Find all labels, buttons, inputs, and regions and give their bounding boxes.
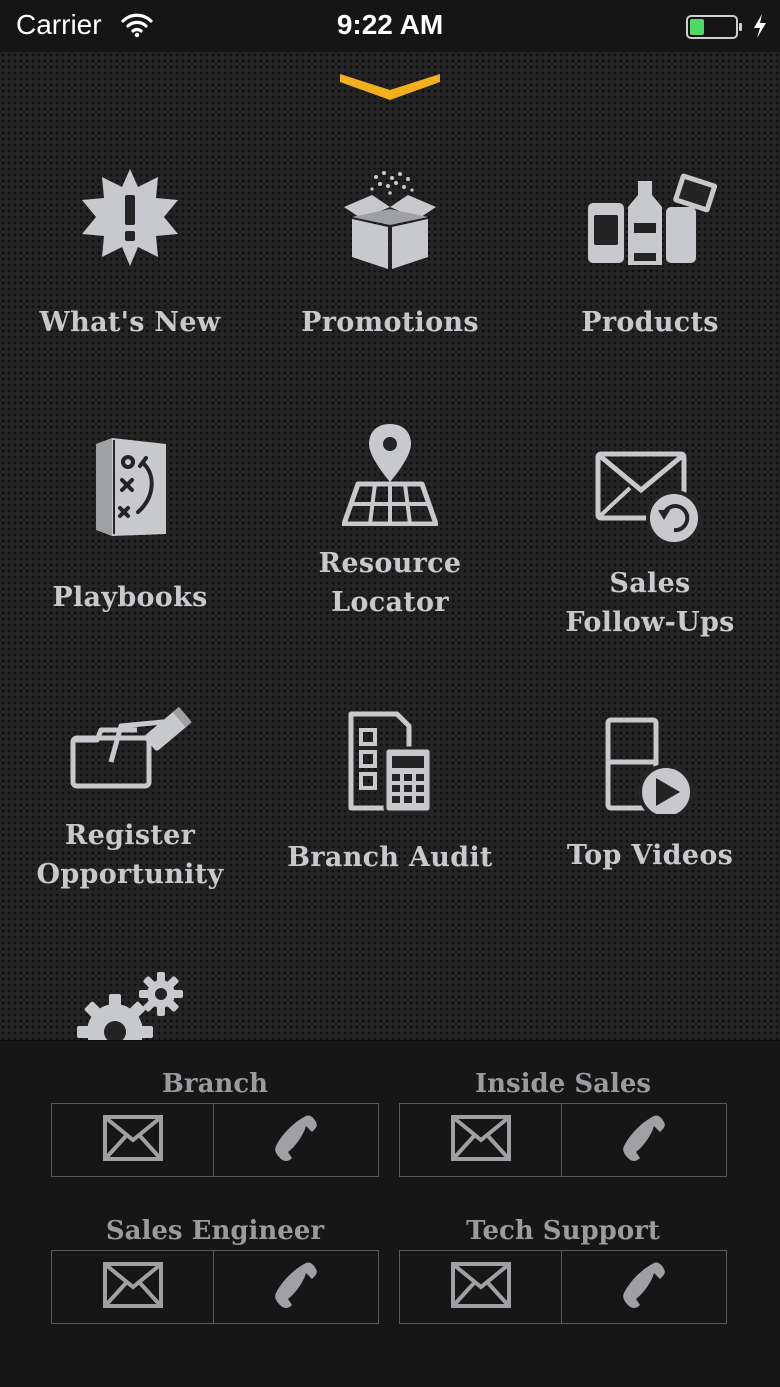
tile-register-opportunity[interactable]: Register Opportunity [0, 700, 260, 894]
chevron-down-icon[interactable] [338, 70, 442, 108]
branch-phone-button[interactable] [214, 1103, 379, 1177]
tile-label-top-videos: Top Videos [566, 840, 734, 871]
app-screen: Carrier 9:22 AM What's New Promotions Pr… [0, 0, 780, 1387]
tile-label-whats-new: What's New [39, 307, 221, 338]
inside-sales-phone-button[interactable] [562, 1103, 727, 1177]
tile-whats-new[interactable]: What's New [0, 167, 260, 342]
contact-group-sales-engineer: Sales Engineer [51, 1212, 379, 1324]
main-menu-panel: What's New Promotions Products Playbooks… [0, 52, 780, 1040]
products-icon [520, 167, 780, 277]
tile-label-promotions: Promotions [301, 307, 479, 338]
contact-title-sales-engineer: Sales Engineer [105, 1216, 325, 1246]
phone-icon [618, 1112, 670, 1168]
settings-gears-icon [0, 970, 260, 1040]
contact-title-tech-support: Tech Support [466, 1216, 660, 1246]
tile-label-sales-follow-ups-1: Sales [609, 568, 691, 599]
video-play-icon [520, 716, 780, 820]
checklist-calculator-icon [260, 708, 520, 818]
sales-engineer-phone-button[interactable] [214, 1250, 379, 1324]
envelope-icon [102, 1261, 164, 1313]
sales-engineer-email-button[interactable] [51, 1250, 214, 1324]
tile-label-register-opportunity-2: Opportunity [36, 859, 224, 890]
envelope-icon [102, 1114, 164, 1166]
envelope-icon [450, 1261, 512, 1313]
open-box-icon [260, 167, 520, 277]
contact-title-branch: Branch [161, 1069, 269, 1099]
tile-label-playbooks: Playbooks [52, 582, 208, 613]
tile-label-resource-locator-1: Resource [318, 548, 462, 579]
status-time: 9:22 AM [336, 9, 444, 40]
tile-label-resource-locator-2: Locator [331, 587, 449, 618]
tile-top-videos[interactable]: Top Videos [520, 716, 780, 875]
tile-playbooks[interactable]: Playbooks [0, 436, 260, 617]
tile-products[interactable]: Products [520, 167, 780, 342]
tile-resource-locator[interactable]: Resource Locator [260, 422, 520, 622]
playbook-icon [0, 436, 260, 544]
contact-group-tech-support: Tech Support [399, 1212, 727, 1324]
inside-sales-email-button[interactable] [399, 1103, 562, 1177]
tech-support-phone-button[interactable] [562, 1250, 727, 1324]
tile-sales-follow-ups[interactable]: Sales Follow-Ups [520, 450, 780, 642]
envelope-icon [450, 1114, 512, 1166]
contact-panel: Branch Inside Sales Sales Engineer Tech … [0, 1040, 780, 1387]
branch-email-button[interactable] [51, 1103, 214, 1177]
status-bar: Carrier 9:22 AM [0, 0, 780, 52]
tile-label-branch-audit: Branch Audit [287, 842, 493, 873]
tile-label-products: Products [581, 307, 719, 338]
battery-icon [686, 14, 744, 45]
tile-branch-audit[interactable]: Branch Audit [260, 708, 520, 877]
contact-group-branch: Branch [51, 1065, 379, 1177]
contact-group-inside-sales: Inside Sales [399, 1065, 727, 1177]
register-opportunity-icon [0, 700, 260, 796]
phone-icon [270, 1259, 322, 1315]
phone-icon [618, 1259, 670, 1315]
map-pin-icon [260, 422, 520, 530]
alert-burst-icon [0, 167, 260, 277]
phone-icon [270, 1112, 322, 1168]
mail-followup-icon [520, 450, 780, 550]
tile-settings[interactable] [0, 970, 260, 1040]
tech-support-email-button[interactable] [399, 1250, 562, 1324]
contact-title-inside-sales: Inside Sales [474, 1069, 652, 1099]
charging-bolt-icon [752, 13, 768, 44]
tile-promotions[interactable]: Promotions [260, 167, 520, 342]
tile-label-register-opportunity-1: Register [64, 820, 196, 851]
tile-label-sales-follow-ups-2: Follow-Ups [565, 607, 735, 638]
